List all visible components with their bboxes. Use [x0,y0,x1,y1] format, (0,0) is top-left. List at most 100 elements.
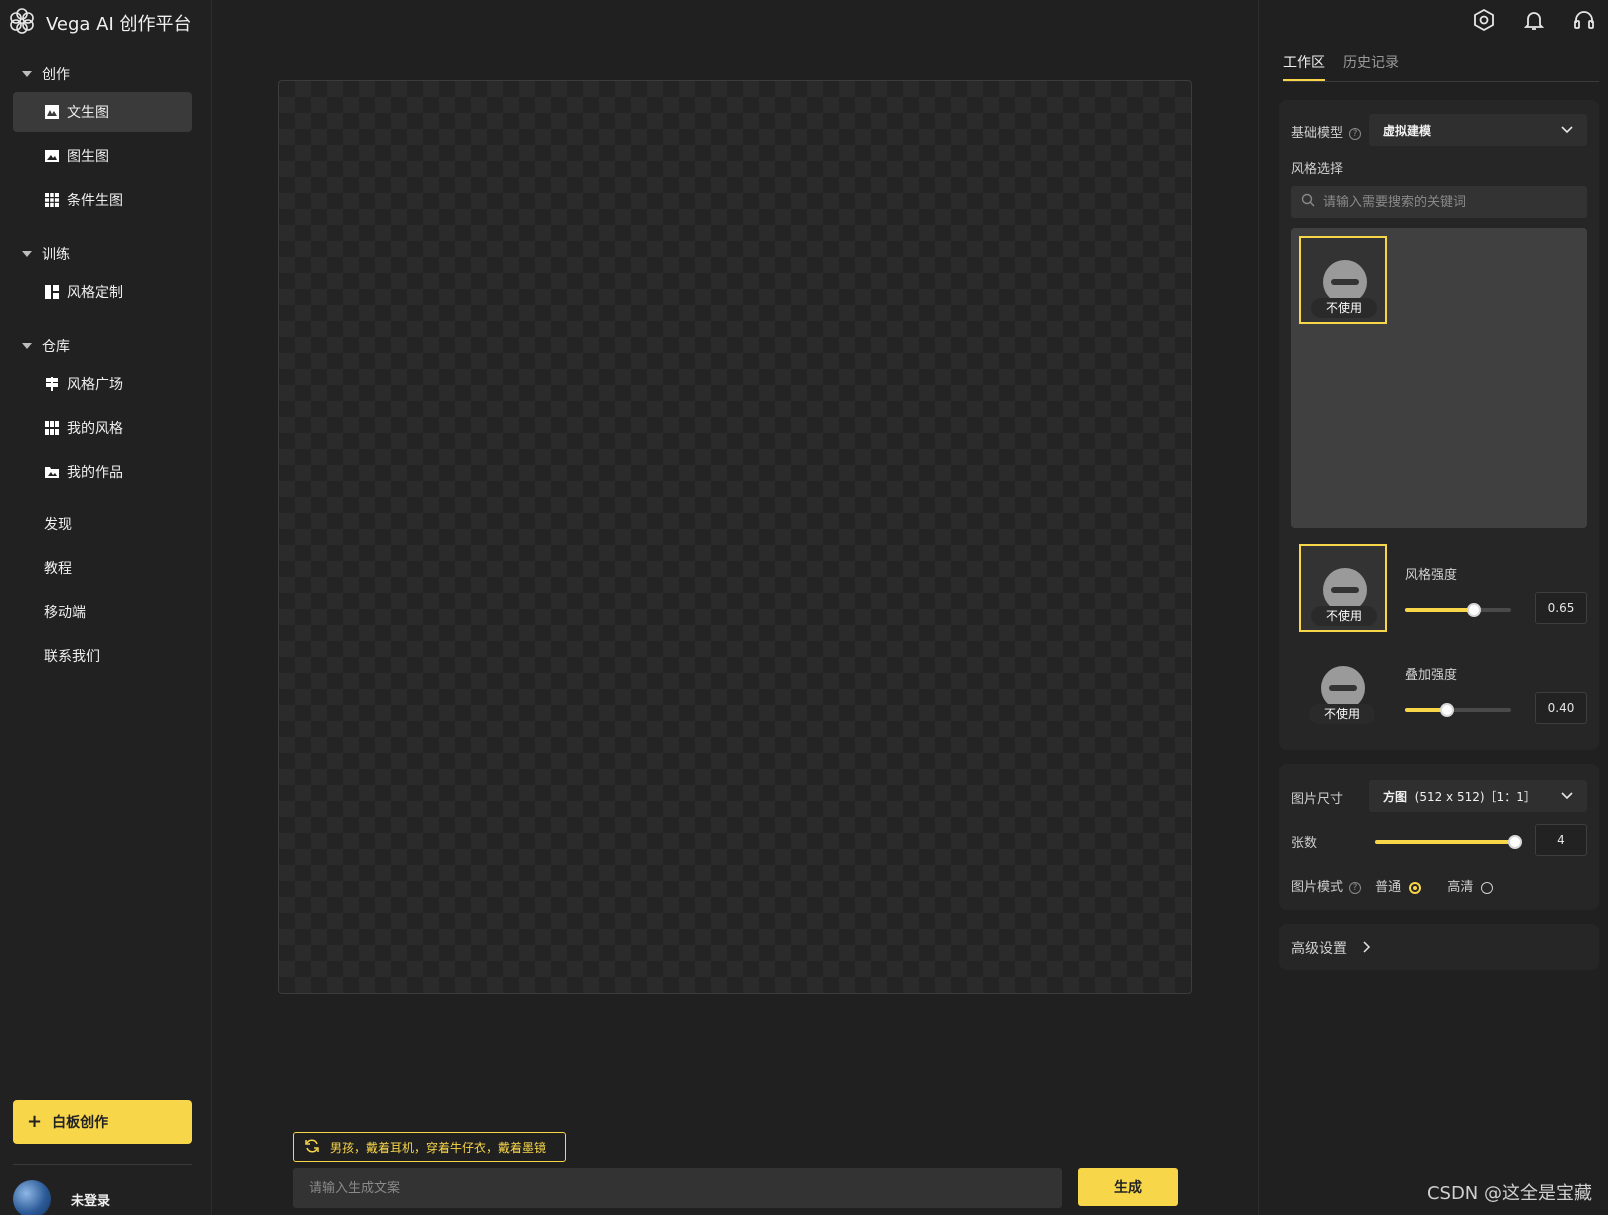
nav-group-warehouse[interactable]: 仓库 [22,336,70,356]
headset-icon[interactable] [1572,8,1596,32]
style-tile-none[interactable]: 不使用 [1299,236,1387,324]
user-name: 未登录 [71,1193,111,1209]
signpost-icon [45,377,59,391]
stack-strength-slider[interactable] [1405,703,1511,717]
style-search[interactable] [1291,186,1587,218]
sidebar-link-tutorial[interactable]: 教程 [44,558,72,578]
nav-group-train[interactable]: 训练 [22,244,70,264]
tab-workspace[interactable]: 工作区 [1283,52,1325,81]
sidebar-item-label: 风格广场 [67,377,123,393]
sidebar-item-style-custom[interactable]: 风格定制 [13,272,192,312]
style-strength-tile[interactable]: 不使用 [1299,544,1387,632]
mode-label: 图片模式 [1291,880,1344,895]
count-slider[interactable] [1375,835,1522,849]
count-label: 张数 [1291,836,1318,851]
style-label: 风格选择 [1291,162,1344,177]
tile-label: 不使用 [1311,298,1377,318]
size-label: 图片尺寸 [1291,792,1344,807]
slider-fill [1405,608,1474,612]
chevron-down-icon [1561,123,1573,137]
user-profile[interactable]: 未登录 [13,1180,110,1215]
slider-knob[interactable] [1466,603,1481,617]
mode-option-hd[interactable]: 高清 [1447,880,1473,895]
suggestion-text: 男孩，戴着耳机，穿着牛仔衣，戴着墨镜 [330,1140,547,1155]
mode-option-normal[interactable]: 普通 [1375,880,1401,895]
stack-strength-label: 叠加强度 [1405,668,1458,683]
tile-label: 不使用 [1309,704,1375,724]
style-strength-value[interactable]: 0.65 [1535,592,1587,624]
sidebar-link-contact[interactable]: 联系我们 [44,646,100,666]
sidebar-item-text-to-image[interactable]: 文生图 [13,92,192,132]
sidebar-item-label: 条件生图 [67,193,123,209]
whiteboard-create-button[interactable]: + 白板创作 [13,1100,192,1144]
radio-normal[interactable] [1409,881,1422,894]
sidebar-item-label: 图生图 [67,149,109,165]
logo[interactable]: Vega AI 创作平台 [8,8,192,38]
sidebar-item-conditional-image[interactable]: 条件生图 [13,180,192,220]
mode-label-wrap: 图片模式? 普通 高清 [1291,876,1494,895]
size-value-detail: (512 x 512)［1：1］ [1414,789,1536,804]
caret-down-icon [22,343,32,349]
nav-group-label: 仓库 [42,339,70,355]
model-label-wrap: 基础模型? [1291,122,1362,141]
sidebar-item-my-works[interactable]: 我的作品 [13,452,192,492]
nav-group-create[interactable]: 创作 [22,64,70,84]
count-value[interactable]: 4 [1535,824,1587,856]
stack-strength-value[interactable]: 0.40 [1535,692,1587,724]
nav-group-label: 创作 [42,67,70,83]
advanced-settings[interactable]: 高级设置 [1279,924,1599,970]
size-value: 方图 (512 x 512)［1：1］ [1383,788,1536,805]
caret-down-icon [22,71,32,77]
grid-icon [45,193,59,207]
style-grid: 不使用 [1291,228,1587,528]
vega-logo-icon [8,7,36,39]
sidebar-link-mobile[interactable]: 移动端 [44,602,86,622]
app-title: Vega AI 创作平台 [46,14,192,35]
style-strength-slider[interactable] [1405,603,1511,617]
avatar [13,1180,51,1215]
stack-strength-tile[interactable]: 不使用 [1299,644,1387,732]
chevron-right-icon [1363,941,1371,957]
sidebar-item-my-styles[interactable]: 我的风格 [13,408,192,448]
prompt-suggestion[interactable]: 男孩，戴着耳机，穿着牛仔衣，戴着墨镜 [293,1132,566,1162]
style-strength-label: 风格强度 [1405,568,1458,583]
watermark: CSDN @这全是宝藏 [1426,1183,1592,1204]
search-icon [1301,193,1315,211]
help-icon[interactable]: ? [1349,881,1362,894]
advanced-label: 高级设置 [1291,941,1347,957]
sidebar-item-label: 风格定制 [67,285,123,301]
refresh-icon[interactable] [304,1138,320,1157]
style-search-input[interactable] [1323,194,1573,210]
nav-group-label: 训练 [42,247,70,263]
sidebar-item-style-square[interactable]: 风格广场 [13,364,192,404]
divider [13,1164,192,1165]
panel-tabs: 工作区 历史记录 [1283,52,1599,82]
sidebar-item-label: 我的作品 [67,465,123,481]
settings-hex-icon[interactable] [1472,8,1496,32]
generate-button[interactable]: 生成 [1078,1168,1178,1206]
prompt-input[interactable] [293,1168,1062,1208]
sidebar-link-discover[interactable]: 发现 [44,514,72,534]
bell-icon[interactable] [1522,8,1546,32]
model-value: 虚拟建模 [1383,123,1432,138]
chevron-down-icon [1561,789,1573,803]
tab-history[interactable]: 历史记录 [1343,52,1399,81]
model-select[interactable]: 虚拟建模 [1369,114,1587,146]
slider-knob[interactable] [1508,835,1522,849]
plus-icon: + [27,1111,43,1132]
sidebar-item-image-to-image[interactable]: 图生图 [13,136,192,176]
picture-icon [45,149,59,163]
model-style-card: 基础模型? 虚拟建模 风格选择 不使用 不使用 风格强度 0.65 [1279,100,1599,750]
radio-hd[interactable] [1481,881,1494,894]
output-settings-card: 图片尺寸 方图 (512 x 512)［1：1］ 张数 4 图片模式? 普通 高… [1279,764,1599,910]
whiteboard-label: 白板创作 [52,1115,109,1131]
slider-knob[interactable] [1440,703,1455,717]
model-label: 基础模型 [1291,126,1344,141]
sidebar-item-label: 文生图 [67,105,109,121]
size-value-bold: 方图 [1383,789,1408,804]
help-icon[interactable]: ? [1349,127,1362,140]
size-select[interactable]: 方图 (512 x 512)［1：1］ [1369,780,1587,812]
sidebar: Vega AI 创作平台 创作 文生图 图生图 条件生图 训练 风格定制 仓库 … [0,0,212,1215]
advanced-label-wrap: 高级设置 [1291,938,1371,958]
dashboard-icon [45,285,59,299]
